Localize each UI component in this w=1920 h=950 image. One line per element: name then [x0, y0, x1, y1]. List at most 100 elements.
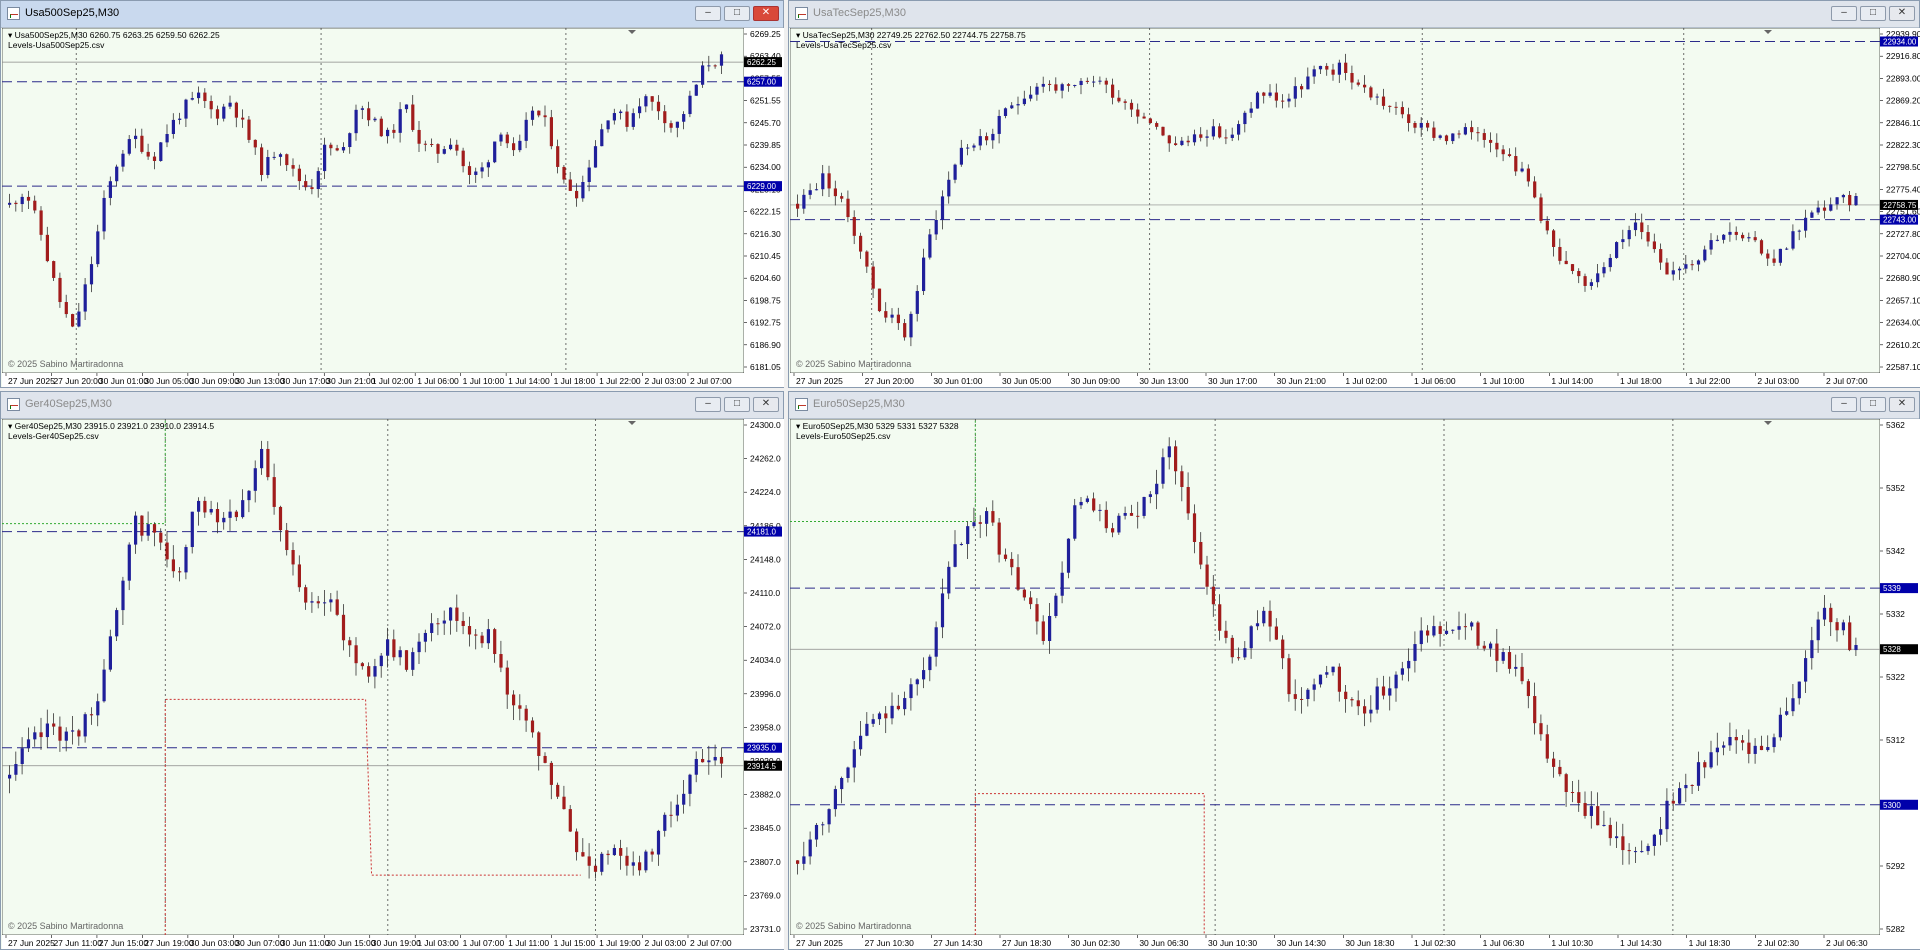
- minimize-button[interactable]: –: [695, 6, 721, 21]
- candle-body: [474, 634, 478, 636]
- candle-body: [1388, 688, 1392, 696]
- candle-body: [1419, 122, 1423, 128]
- candle-body: [1312, 684, 1316, 690]
- candle-body: [1444, 135, 1449, 142]
- candle-body: [1016, 567, 1020, 590]
- candle-body: [505, 134, 509, 144]
- levels-label: Levels-Euro50Sep25.csv: [796, 431, 891, 441]
- time-tick-label: 1 Jul 14:30: [1620, 938, 1662, 948]
- candle-body: [89, 264, 94, 285]
- candle-body: [335, 599, 339, 615]
- candle-body: [549, 762, 553, 785]
- candlestick-chart[interactable]: ▾ Ger40Sep25,M30 23915.0 23921.0 23910.0…: [2, 419, 784, 949]
- candle-body: [1621, 239, 1625, 243]
- candle-body: [1564, 774, 1568, 793]
- candle-body: [1495, 643, 1499, 661]
- window-titlebar[interactable]: Ger40Sep25,M30 – □ ✕: [1, 392, 783, 419]
- candle-body: [1092, 498, 1096, 511]
- candle-body: [1255, 92, 1260, 109]
- candle-body: [1822, 207, 1827, 211]
- candle-body: [1180, 471, 1184, 488]
- time-tick-label: 1 Jul 18:30: [1689, 938, 1731, 948]
- candle-body: [934, 219, 938, 235]
- price-tick-label: 6234.00: [750, 162, 781, 172]
- chart-window-usa500[interactable]: Usa500Sep25,M30 – □ ✕ ▾ Usa500Sep25,M30 …: [0, 0, 784, 388]
- close-button[interactable]: ✕: [1889, 6, 1915, 21]
- candle-body: [1835, 622, 1839, 631]
- window-titlebar[interactable]: UsaTecSep25,M30 – □ ✕: [789, 1, 1919, 28]
- candle-body: [1419, 630, 1423, 645]
- candle-body: [121, 580, 125, 611]
- price-tick-label: 23845.0: [750, 823, 781, 833]
- candle-body: [1161, 457, 1165, 484]
- minimize-button[interactable]: –: [1831, 397, 1857, 412]
- maximize-button[interactable]: □: [724, 397, 750, 412]
- close-button[interactable]: ✕: [753, 397, 779, 412]
- candle-body: [1797, 230, 1801, 232]
- chart-window-ger40[interactable]: Ger40Sep25,M30 – □ ✕ ▾ Ger40Sep25,M30 23…: [0, 391, 784, 950]
- candlestick-chart[interactable]: ▾ Euro50Sep25,M30 5329 5331 5327 5328Lev…: [790, 419, 1920, 949]
- price-tick-label: 24224.0: [750, 487, 781, 497]
- candle-body: [1696, 260, 1701, 265]
- candlestick-chart[interactable]: ▾ UsaTecSep25,M30 22749.25 22762.50 2274…: [790, 28, 1920, 387]
- candle-body: [1224, 630, 1228, 638]
- candle-body: [991, 511, 995, 523]
- candle-body: [297, 564, 301, 588]
- maximize-button[interactable]: □: [1860, 6, 1886, 21]
- candle-body: [127, 139, 131, 154]
- candle-body: [404, 104, 409, 110]
- candle-body: [1715, 239, 1719, 241]
- candle-body: [1608, 824, 1612, 839]
- candle-body: [8, 774, 12, 779]
- minimize-button[interactable]: –: [695, 397, 721, 412]
- candle-body: [1375, 686, 1379, 710]
- candle-body: [940, 593, 945, 628]
- price-tick-label: 22798.50: [1886, 162, 1920, 172]
- chart-window-usatec[interactable]: UsaTecSep25,M30 – □ ✕ ▾ UsaTecSep25,M30 …: [788, 0, 1920, 388]
- maximize-button[interactable]: □: [724, 6, 750, 21]
- candle-body: [310, 601, 314, 603]
- candle-body: [846, 767, 850, 778]
- time-tick-label: 30 Jun 06:30: [1139, 938, 1188, 948]
- candle-body: [688, 95, 692, 115]
- candle-body: [1753, 745, 1757, 754]
- price-tick-label: 22634.00: [1886, 318, 1920, 328]
- time-tick-label: 27 Jun 2025: [796, 938, 843, 948]
- candle-body: [8, 202, 12, 205]
- candle-body: [228, 511, 232, 518]
- candle-body: [367, 108, 371, 121]
- candle-body: [1180, 140, 1184, 146]
- candle-body: [1539, 197, 1543, 221]
- time-tick-label: 30 Jun 13:00: [235, 376, 284, 386]
- levels-label: Levels-Usa500Sep25.csv: [8, 40, 105, 50]
- candle-body: [802, 194, 806, 209]
- candle-body: [222, 517, 226, 523]
- candle-body: [304, 587, 308, 603]
- minimize-button[interactable]: –: [1831, 6, 1857, 21]
- close-button[interactable]: ✕: [1889, 397, 1915, 412]
- symbol-info: ▾ UsaTecSep25,M30 22749.25 22762.50 2274…: [796, 30, 1026, 40]
- chart-window-euro50[interactable]: Euro50Sep25,M30 – □ ✕ ▾ Euro50Sep25,M30 …: [788, 391, 1920, 950]
- close-button[interactable]: ✕: [753, 6, 779, 21]
- candle-body: [329, 144, 333, 149]
- candle-body: [562, 166, 566, 180]
- time-tick-label: 1 Jul 14:00: [508, 376, 550, 386]
- candle-body: [102, 669, 106, 702]
- candle-body: [386, 639, 390, 656]
- candle-body: [1337, 62, 1341, 75]
- candle-body: [423, 632, 427, 642]
- candle-body: [1167, 135, 1171, 144]
- candle-body: [404, 650, 409, 670]
- window-titlebar[interactable]: Usa500Sep25,M30 – □ ✕: [1, 1, 783, 28]
- candle-body: [455, 144, 459, 151]
- candle-body: [1810, 640, 1814, 659]
- candle-body: [115, 166, 119, 182]
- window-titlebar[interactable]: Euro50Sep25,M30 – □ ✕: [789, 392, 1919, 419]
- price-tick-label: 6192.75: [750, 318, 781, 328]
- candlestick-chart[interactable]: ▾ Usa500Sep25,M30 6260.75 6263.25 6259.5…: [2, 28, 784, 387]
- candle-body: [499, 134, 503, 142]
- candle-body: [1218, 604, 1222, 631]
- candle-body: [928, 656, 932, 671]
- candle-body: [1602, 267, 1606, 274]
- maximize-button[interactable]: □: [1860, 397, 1886, 412]
